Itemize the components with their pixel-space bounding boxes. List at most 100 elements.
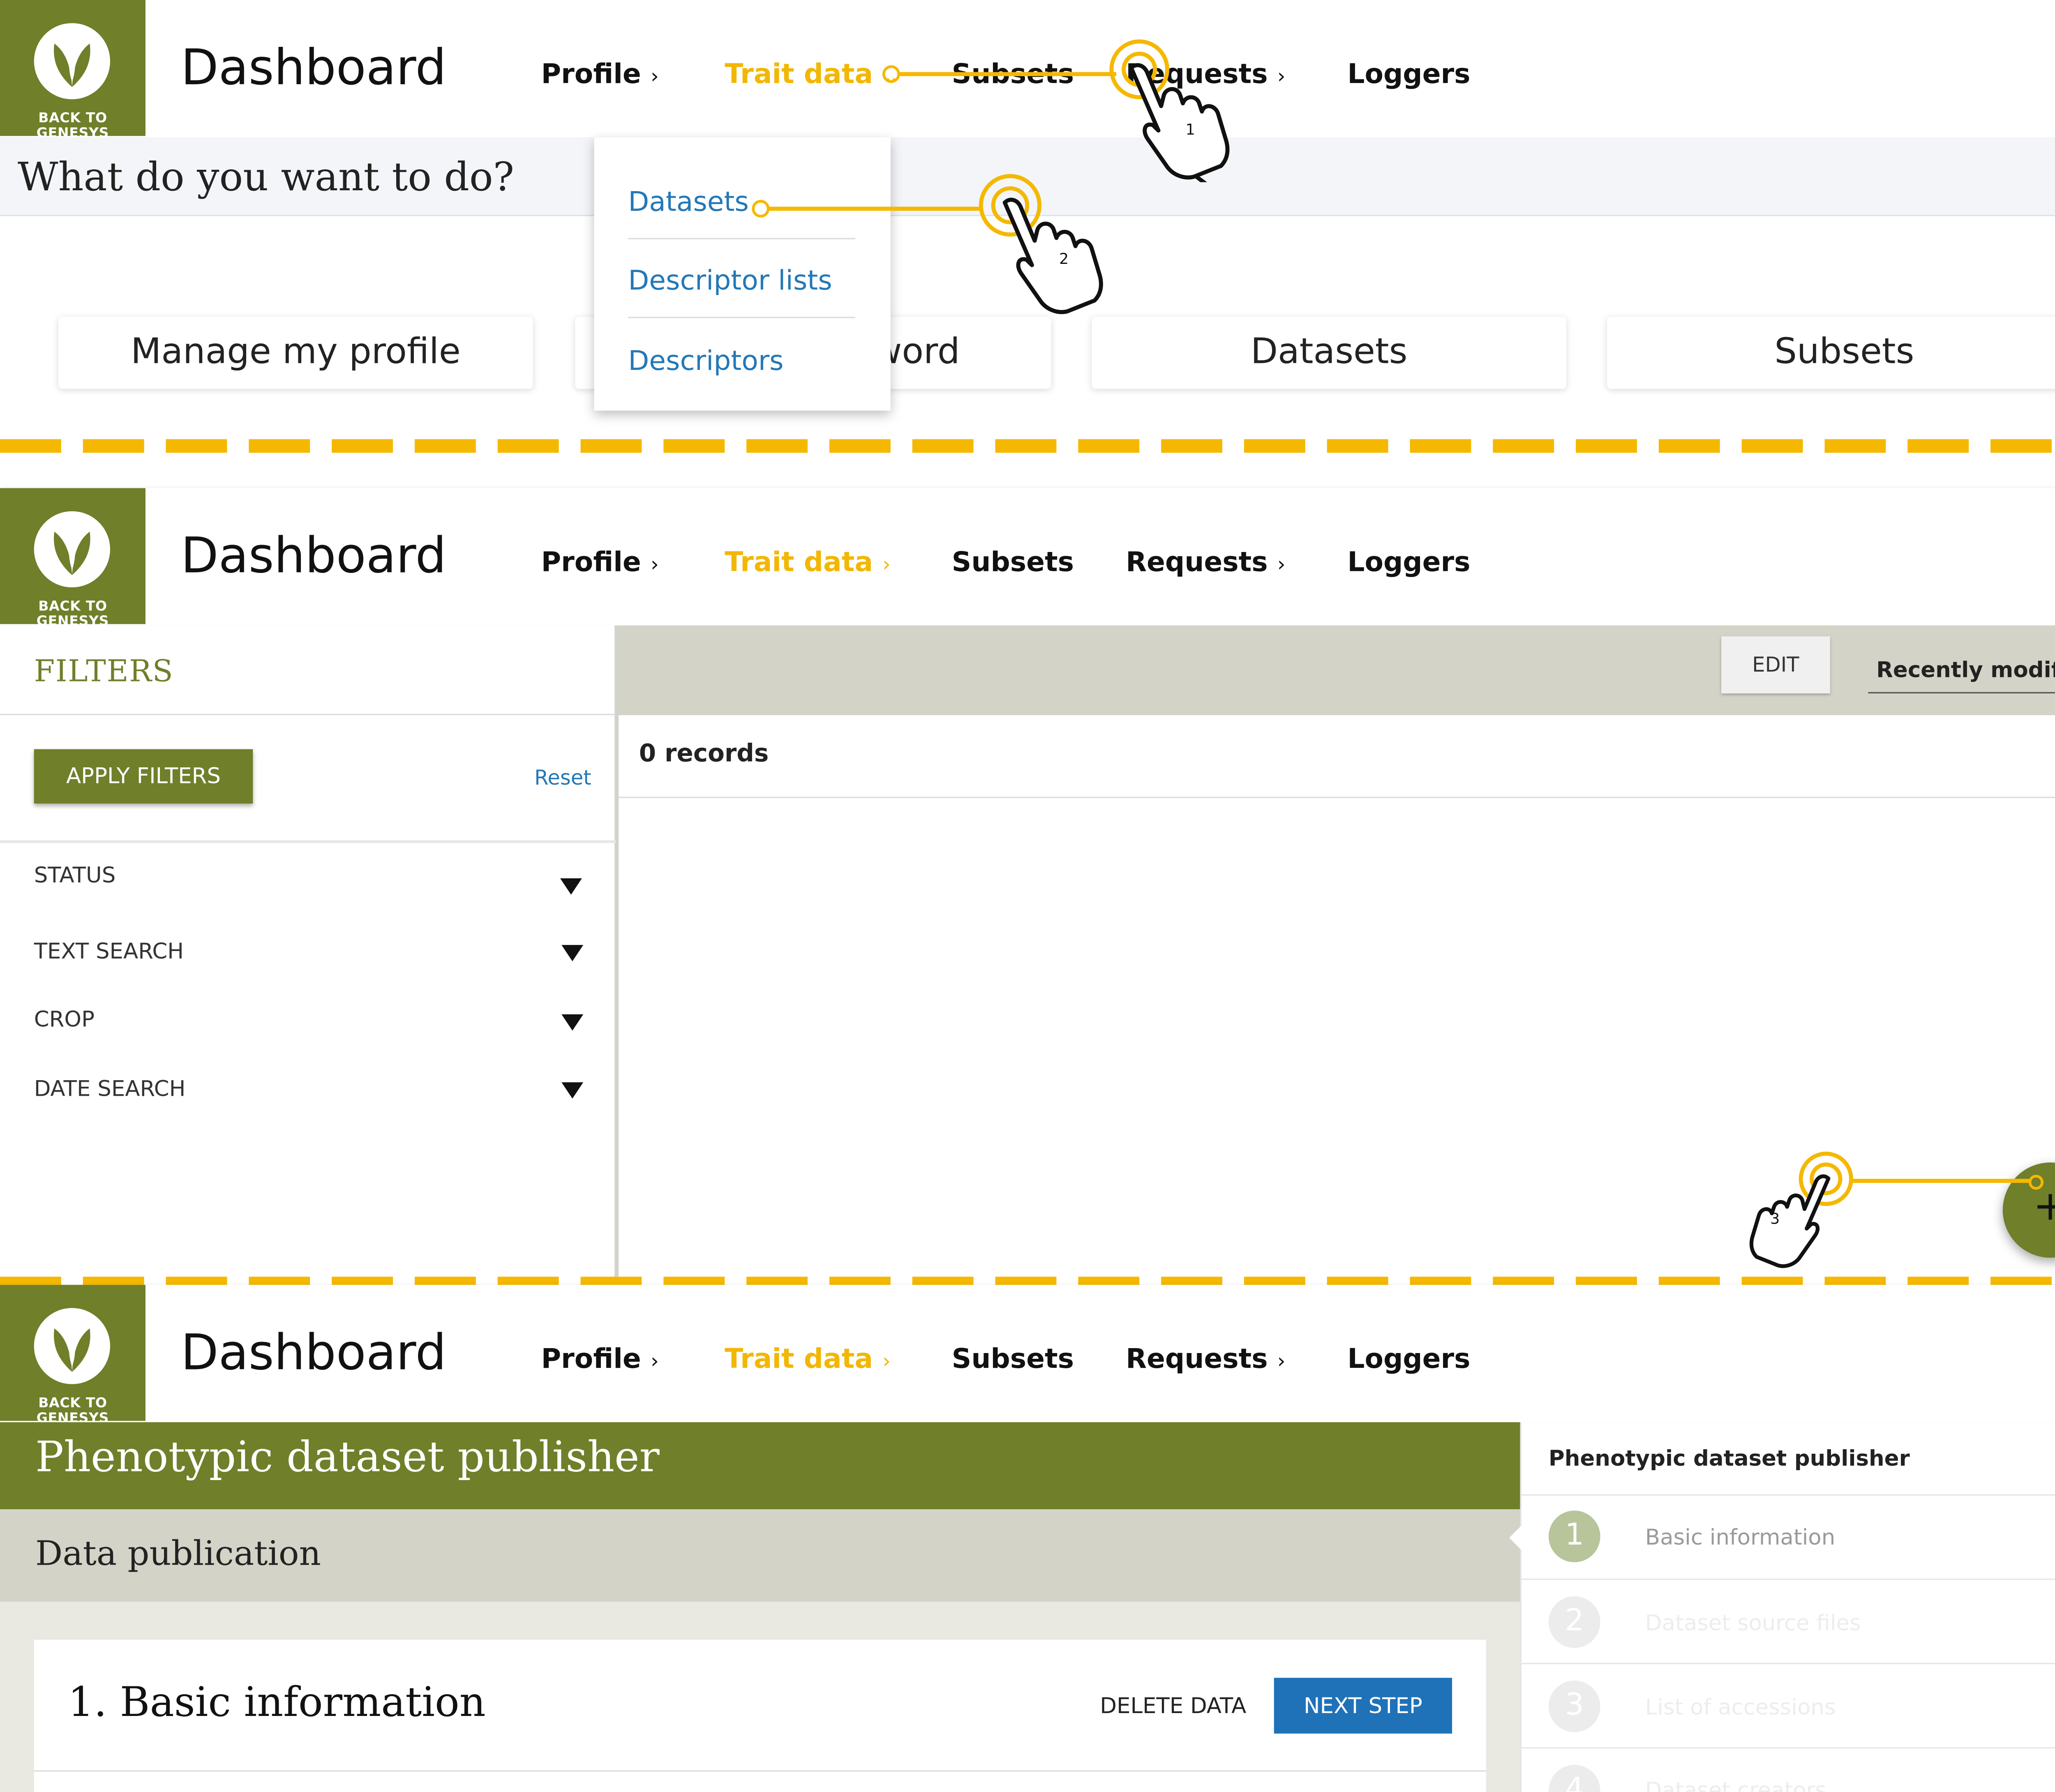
nav-label: Loggers [1347,57,1471,90]
nav-label: Loggers [1347,1342,1471,1375]
caret-down-icon[interactable] [561,1082,584,1099]
nav-profile[interactable]: Profile › [541,1342,659,1374]
step-number[interactable]: 2 [1548,1596,1600,1648]
caret-down-icon[interactable] [560,878,582,895]
divider [1520,1663,2055,1665]
filter-crop[interactable]: CROP [34,1006,95,1032]
nav-label: Trait data [725,1342,873,1375]
page-title: Dashboard [180,1326,447,1382]
nav-trait-data[interactable]: Trait data ⌄ [725,57,900,90]
annotation-step-number: 3 [1770,1210,1780,1228]
filter-text-search[interactable]: TEXT SEARCH [34,938,184,964]
edit-button[interactable]: EDIT [1721,636,1830,694]
menu-item-descriptor-lists[interactable]: Descriptor lists [628,264,832,296]
divider [1520,1747,2055,1749]
apply-filters-button[interactable]: APPLY FILTERS [34,749,253,804]
nav-loggers[interactable]: Loggers [1347,57,1470,90]
filter-status[interactable]: STATUS [34,862,116,888]
reset-link[interactable]: Reset [534,765,591,790]
annotation-anchor-dot [752,200,770,218]
leaf-logo-icon [34,23,110,99]
trait-data-dropdown: Datasets Descriptor lists Descriptors [594,137,891,411]
nav-loggers[interactable]: Loggers [1347,1342,1470,1374]
back-to-genesys-logo[interactable]: BACK TO GENESYS [0,488,145,630]
header-panel-3: BACK TO GENESYS Dashboard Profile › Trait… [0,1285,2055,1426]
step-number[interactable]: 3 [1548,1680,1600,1732]
pointing-hand-icon [1129,63,1230,182]
dashed-divider [0,439,2055,453]
divider [1520,1494,2055,1496]
divider [0,714,616,716]
caret-down-icon[interactable] [561,945,584,961]
nav-trait-data[interactable]: Trait data › [725,545,891,578]
nav-label: Profile [541,1342,641,1375]
pointing-hand-icon [1002,198,1103,314]
nav-label: Subsets [951,545,1074,578]
card-subsets[interactable]: Subsets [1607,316,2055,389]
results-toolbar [619,625,2055,716]
nav-profile[interactable]: Profile › [541,545,659,578]
nav-loggers[interactable]: Loggers [1347,545,1470,578]
nav-requests[interactable]: Requests › [1126,545,1286,578]
menu-divider [628,316,855,319]
page-title: Dashboard [180,529,447,585]
nav-label: Subsets [951,1342,1074,1375]
pointing-hand-icon [1749,1174,1831,1268]
back-to-genesys-logo[interactable]: BACK TO GENESYS [0,0,145,141]
step-number[interactable]: 1 [1548,1510,1600,1563]
nav-label: Profile [541,545,641,578]
annotation-line [768,206,983,211]
chevron-right-icon: › [882,552,891,577]
back-to-genesys-logo[interactable]: BACK TO GENESYS [0,1285,145,1426]
publisher-title: Phenotypic dataset publisher [35,1433,660,1482]
nav-requests[interactable]: Requests › [1126,1342,1286,1374]
menu-item-datasets[interactable]: Datasets [628,185,749,217]
step-label-dataset-creators[interactable]: Dataset creators [1645,1777,1826,1792]
nav-subsets[interactable]: Subsets [952,1342,1074,1374]
card-datasets[interactable]: Datasets [1092,316,1566,389]
header-panel-1: BACK TO GENESYS Dashboard Profile › Trait… [0,0,2055,141]
chevron-right-icon: › [650,1349,659,1374]
divider [34,1770,1486,1772]
annotation-line [898,72,1116,76]
step-label-basic-information[interactable]: Basic information [1645,1524,1835,1550]
nav-label: Requests [1126,545,1268,578]
annotation-step-number: 2 [1059,250,1069,268]
annotation-step-number: 1 [1185,121,1195,139]
divider [619,797,2055,798]
filters-title: FILTERS [34,655,174,690]
sort-selected-value: Recently modified [1876,656,2055,683]
active-step-notch [1509,1525,1522,1550]
publisher-subtitle: Data publication [35,1533,321,1573]
caret-down-icon[interactable] [561,1014,584,1031]
header-panel-2: BACK TO GENESYS Dashboard Profile › Trait… [0,488,2055,630]
nav-label: Trait data [725,57,873,90]
chevron-right-icon: › [1277,1349,1286,1374]
filter-date-search[interactable]: DATE SEARCH [34,1076,186,1102]
stepper-title: Phenotypic dataset publisher [1548,1445,1910,1471]
nav-subsets[interactable]: Subsets [952,545,1074,578]
records-count: 0 records [639,739,769,769]
next-step-button[interactable]: NEXT STEP [1274,1678,1452,1734]
page-title: Dashboard [180,41,447,97]
chevron-right-icon: › [1277,552,1286,577]
divider [1520,1578,2055,1580]
step-card-title: 1. Basic information [68,1679,486,1727]
nav-label: Loggers [1347,545,1471,578]
card-manage-profile[interactable]: Manage my profile [58,316,533,389]
menu-divider [628,238,855,240]
nav-profile[interactable]: Profile › [541,57,659,90]
add-dataset-fab[interactable]: + [2002,1162,2055,1258]
nav-trait-data[interactable]: Trait data › [725,1342,891,1374]
tutorial-canvas: BACK TO GENESYS Dashboard Profile › Trait… [0,0,2055,1792]
chevron-right-icon: › [650,552,659,577]
menu-item-descriptors[interactable]: Descriptors [628,344,783,376]
delete-data-button[interactable]: DELETE DATA [1100,1693,1246,1719]
chevron-right-icon: › [1277,64,1286,89]
nav-label: Trait data [725,545,873,578]
sort-select[interactable]: Recently modified [1868,649,2055,694]
step-label-list-of-accessions[interactable]: List of accessions [1645,1694,1836,1720]
nav-label: Profile [541,57,641,90]
step-label-dataset-source-files[interactable]: Dataset source files [1645,1610,1861,1636]
logo-text: BACK TO GENESYS [36,599,109,630]
